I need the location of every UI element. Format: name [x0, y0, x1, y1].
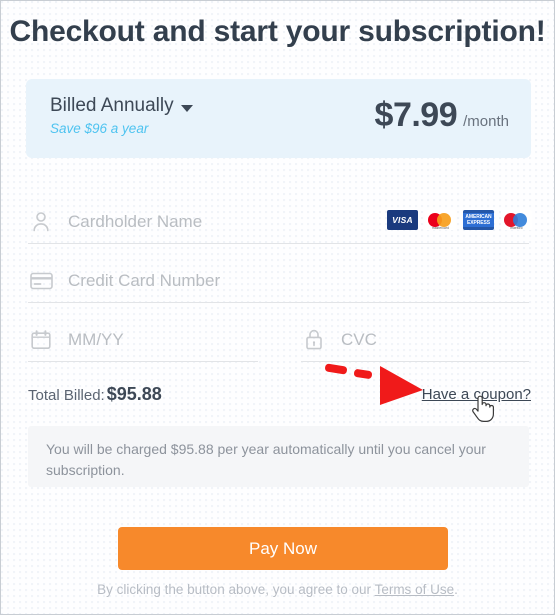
cardholder-name-placeholder: Cardholder Name: [68, 211, 203, 231]
total-billed-label: Total Billed:: [28, 387, 105, 404]
credit-card-icon: [28, 269, 54, 293]
credit-card-number-placeholder: Credit Card Number: [68, 270, 221, 290]
amex-logo-text: AMERICAN EXPRESS: [463, 213, 494, 227]
price-period: /month: [463, 113, 509, 130]
terms-of-use-link[interactable]: Terms of Use: [375, 582, 455, 597]
plan-selector[interactable]: Billed Annually: [50, 95, 193, 117]
have-a-coupon-link[interactable]: Have a coupon?: [422, 386, 531, 403]
plan-save-note: Save $96 a year: [50, 121, 149, 136]
recurring-charge-disclaimer: You will be charged $95.88 per year auto…: [28, 426, 529, 487]
pay-now-button[interactable]: Pay Now: [118, 527, 448, 570]
calendar-icon: [28, 328, 54, 352]
expiry-date-placeholder: MM/YY: [68, 329, 124, 349]
price-amount: $7.99: [374, 96, 458, 134]
cvc-field[interactable]: CVC: [301, 318, 529, 362]
maestro-logo-text: maestro: [510, 226, 523, 230]
lock-icon: [301, 328, 327, 352]
accepted-cards: VISA mastercard AMERICAN EXPRESS maestro: [387, 210, 532, 230]
expiry-date-field[interactable]: MM/YY: [28, 318, 258, 362]
mastercard-logo: mastercard: [425, 210, 456, 230]
plan-label: Billed Annually: [50, 95, 174, 116]
pricing-band: Billed Annually Save $96 a year $7.99 /m…: [26, 79, 531, 158]
chevron-down-icon[interactable]: [180, 105, 193, 112]
page-title: Checkout and start your subscription!: [9, 15, 546, 48]
plan-selector-wrap: Billed Annually Save $96 a year: [50, 95, 193, 136]
maestro-logo: maestro: [501, 210, 532, 230]
credit-card-number-field[interactable]: Credit Card Number: [28, 259, 529, 303]
visa-logo: VISA: [387, 210, 418, 230]
checkout-page: Checkout and start your subscription! Bi…: [0, 0, 555, 615]
total-billed-row: Total Billed: $95.88: [28, 384, 162, 405]
terms-line: By clicking the button above, you agree …: [1, 582, 554, 597]
mastercard-logo-text: mastercard: [432, 226, 449, 230]
total-billed-amount: $95.88: [106, 384, 162, 404]
user-icon: [28, 210, 54, 234]
terms-suffix: .: [454, 582, 458, 597]
visa-logo-text: VISA: [392, 215, 413, 225]
price-display: $7.99 /month: [375, 96, 509, 135]
cvc-placeholder: CVC: [341, 329, 377, 349]
amex-logo: AMERICAN EXPRESS: [463, 210, 494, 230]
terms-prefix: By clicking the button above, you agree …: [97, 582, 375, 597]
